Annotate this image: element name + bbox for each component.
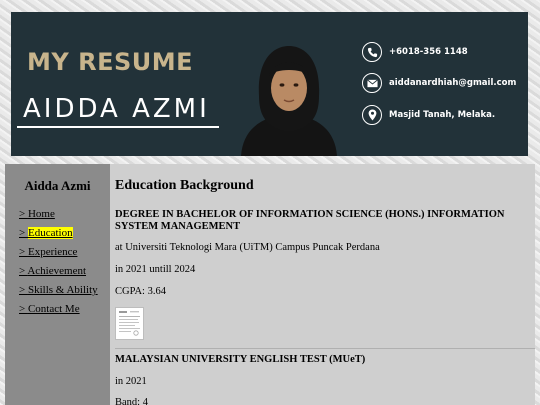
contact-email: aiddanardhiah@gmail.com (362, 73, 516, 93)
banner-title: MY RESUME (27, 48, 194, 76)
email-address: aiddanardhiah@gmail.com (389, 78, 517, 88)
banner-name: AIDDA AZMI (23, 94, 210, 124)
mail-icon (362, 73, 382, 93)
contact-phone: +6018-356 1148 (362, 42, 468, 62)
nav-link-experience[interactable]: > Experience (19, 246, 98, 265)
profile-photo (241, 46, 337, 156)
phone-number: +6018-356 1148 (389, 47, 468, 57)
nav-label: Achievement (27, 265, 87, 277)
contact-location: Masjid Tanah, Melaka. (362, 105, 495, 125)
degree-title: DEGREE IN BACHELOR OF INFORMATION SCIENC… (115, 209, 505, 232)
location-text: Masjid Tanah, Melaka. (389, 110, 496, 120)
page-title: Education Background (115, 178, 254, 193)
degree-institution: at Universiti Teknologi Mara (UiTM) Camp… (115, 242, 380, 253)
transcript-thumbnail[interactable] (115, 307, 144, 340)
nav-prefix: > (19, 246, 28, 258)
sidebar: Aidda Azmi > Home > Education > Experien… (5, 164, 110, 405)
nav-label: Education (27, 227, 73, 239)
sidebar-nav: > Home > Education > Experience > Achiev… (19, 208, 98, 322)
nav-link-skills[interactable]: > Skills & Ability (19, 284, 98, 303)
document-icon (119, 311, 140, 336)
nav-link-education[interactable]: > Education (19, 227, 98, 246)
nav-prefix: > (19, 227, 28, 239)
nav-label: Experience (27, 246, 78, 258)
nav-link-home[interactable]: > Home (19, 208, 98, 227)
muet-year: in 2021 (115, 376, 147, 387)
muet-title: MALAYSIAN UNIVERSITY ENGLISH TEST (MUeT) (115, 354, 366, 365)
phone-icon (362, 42, 382, 62)
sidebar-name: Aidda Azmi (24, 178, 91, 193)
nav-link-contact[interactable]: > Contact Me (19, 303, 98, 322)
degree-period: in 2021 untill 2024 (115, 264, 196, 275)
nav-prefix: > (19, 284, 28, 296)
nav-label: Home (27, 208, 55, 220)
degree-cgpa: CGPA: 3.64 (115, 286, 166, 297)
section-divider (115, 348, 535, 349)
nav-prefix: > (19, 208, 28, 220)
nav-label: Contact Me (27, 303, 80, 315)
resume-banner: MY RESUME AIDDA AZMI +6018-356 1148 aidd… (11, 12, 528, 156)
nav-link-achievement[interactable]: > Achievement (19, 265, 98, 284)
muet-band: Band: 4 (115, 397, 148, 405)
name-underline (17, 126, 219, 128)
location-pin-icon (362, 105, 382, 125)
main-content: Education Background DEGREE IN BACHELOR … (110, 164, 535, 405)
nav-label: Skills & Ability (27, 284, 98, 296)
nav-prefix: > (19, 303, 28, 315)
